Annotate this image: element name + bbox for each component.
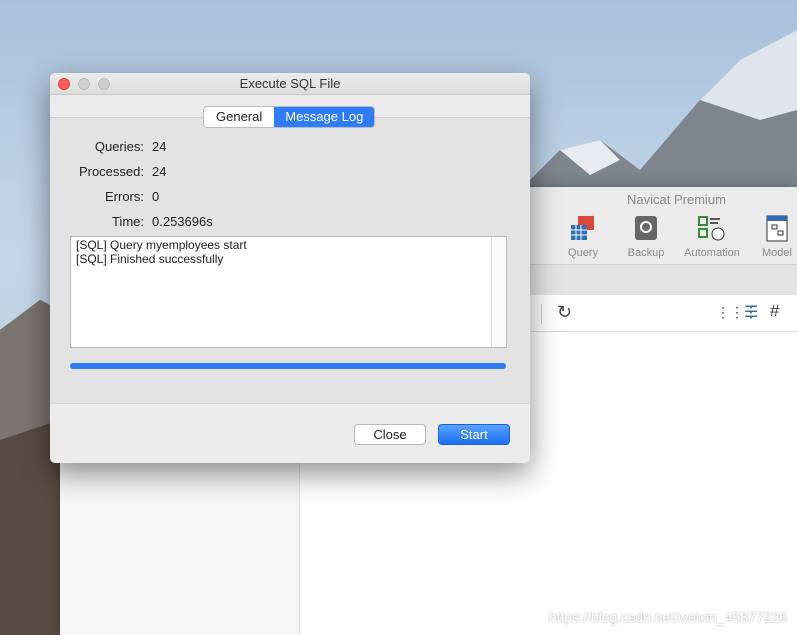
backup-icon — [635, 216, 657, 240]
list-view-icon[interactable]: ☰ — [744, 302, 758, 322]
progress-bar — [70, 363, 506, 369]
stat-processed: Processed: 24 — [78, 164, 167, 179]
stat-time: Time: 0.253696s — [111, 214, 213, 229]
zoom-window-button[interactable] — [98, 78, 110, 90]
tab-message-log[interactable]: Message Log — [274, 107, 375, 127]
close-window-button[interactable] — [58, 78, 70, 90]
log-line: [SQL] Query myemployees start — [76, 238, 247, 252]
start-button[interactable]: Start — [438, 424, 510, 445]
automation-icon — [698, 216, 725, 241]
close-button[interactable]: Close — [354, 424, 426, 445]
tab-general[interactable]: General — [204, 107, 274, 127]
stat-queries: Queries: 24 — [94, 139, 167, 154]
dialog-title: Execute SQL File — [239, 76, 341, 91]
tab-bar: General Message Log — [203, 106, 376, 128]
toolbar-query[interactable]: Query — [548, 215, 618, 259]
dialog-titlebar: Execute SQL File — [50, 73, 530, 95]
message-log-textarea[interactable]: [SQL] Query myemployees start [SQL] Fini… — [70, 236, 507, 348]
execute-sql-dialog: Execute SQL File General Message Log Que… — [50, 73, 530, 463]
log-line: [SQL] Finished successfully — [76, 252, 224, 266]
toolbar-automation[interactable]: Automation — [677, 215, 747, 259]
query-icon — [571, 216, 594, 240]
detail-view-icon[interactable]: # — [770, 301, 779, 321]
model-icon — [766, 215, 788, 242]
window-title: Navicat Premium — [627, 192, 726, 207]
toolbar-backup[interactable]: Backup — [611, 215, 681, 259]
refresh-icon[interactable]: ↻ — [557, 302, 572, 323]
stat-errors: Errors: 0 — [105, 189, 160, 204]
toolbar-model[interactable]: Model — [742, 215, 797, 259]
log-scrollbar[interactable] — [491, 237, 506, 347]
minimize-window-button[interactable] — [78, 78, 90, 90]
watermark: https://blog.csdn.net/weixin_45877226 — [548, 609, 787, 625]
